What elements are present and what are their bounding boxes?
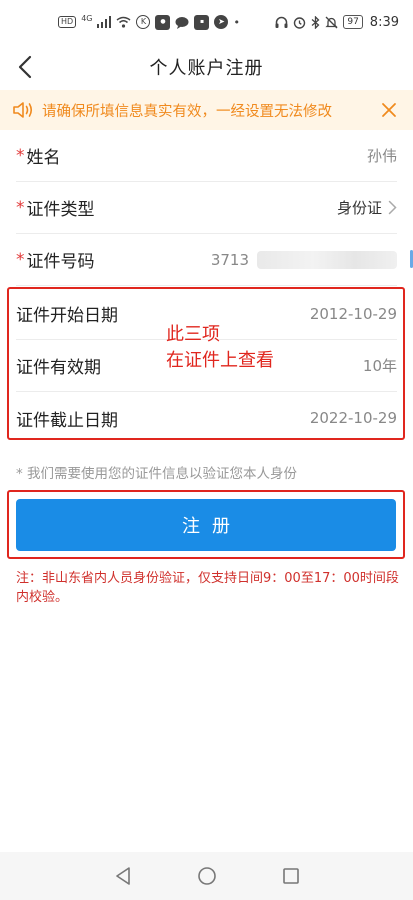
required-mark: * (16, 145, 25, 166)
id-number-value[interactable]: 3713 (210, 250, 397, 269)
system-home-button[interactable] (195, 864, 219, 888)
id-number-label-text: 证件号码 (26, 252, 95, 272)
id-type-label-text: 证件类型 (26, 200, 95, 220)
verification-hint: * 我们需要使用您的证件信息以验证您本人身份 (16, 466, 298, 482)
id-type-value: 身份证 (336, 199, 382, 217)
chat-bubble-icon (175, 16, 189, 29)
close-icon (382, 103, 396, 117)
required-mark: * (16, 249, 25, 270)
k-app-icon: K (136, 15, 151, 29)
notice-text: 请确保所填信息真实有效，一经设置无法修改 (42, 103, 332, 120)
circle-home-icon (197, 867, 216, 885)
end-date-label: 证件截止日期 (16, 410, 118, 431)
alarm-icon (293, 16, 306, 29)
validity-value[interactable]: 10年 (363, 355, 397, 376)
id-type-selector[interactable]: 身份证 (337, 197, 397, 218)
mute-bell-icon (325, 16, 338, 29)
end-date-row[interactable]: 证件截止日期 2022-10-29 (16, 392, 397, 444)
name-label: * 姓名 (16, 143, 61, 169)
verification-footnote: 注：非山东省内人员身份验证，仅支持日间9：00至17：00时间段内校验。 (16, 571, 399, 605)
validity-label: 证件有效期 (16, 358, 101, 378)
headset-icon (275, 16, 288, 29)
screen: HD 4G K ● ▪ ➤ • 97 8:39 个人账户注册 请确保所填信息真实… (0, 0, 413, 900)
id-number-text: 3713 (210, 250, 249, 269)
system-back-button[interactable] (111, 864, 135, 888)
more-dot-icon: • (233, 15, 240, 29)
start-date-value[interactable]: 2012-10-29 (310, 305, 397, 323)
clock-time: 8:39 (369, 14, 399, 30)
annotation-text: 此三项 在证件上查看 (166, 322, 274, 374)
start-date-label: 证件开始日期 (16, 306, 118, 326)
back-button[interactable] (10, 52, 40, 82)
nav-bar: 个人账户注册 (0, 44, 413, 90)
chevron-left-icon (18, 55, 32, 79)
id-type-label: * 证件类型 (16, 195, 95, 221)
battery-indicator: 97 (343, 15, 363, 29)
annotation-line-2: 在证件上查看 (166, 350, 274, 371)
network-type-label: 4G (81, 14, 93, 23)
system-recents-button[interactable] (279, 864, 303, 888)
navigation-app-icon: ➤ (214, 15, 229, 29)
notice-bar: 请确保所填信息真实有效，一经设置无法修改 (0, 90, 413, 130)
status-left: HD 4G K ● ▪ ➤ • (58, 14, 240, 30)
redacted-blur (257, 250, 397, 269)
bluetooth-icon (311, 15, 320, 29)
speaker-icon (12, 100, 36, 120)
hd-icon: HD (58, 16, 77, 28)
name-value[interactable]: 孙伟 (367, 145, 397, 166)
register-button[interactable]: 注册 (16, 499, 396, 551)
status-right: 97 8:39 (275, 15, 399, 30)
system-nav-bar (0, 852, 413, 900)
annotation-line-1: 此三项 (166, 324, 220, 345)
end-date-value[interactable]: 2022-10-29 (310, 409, 397, 427)
name-row[interactable]: * 姓名 孙伟 (16, 130, 397, 182)
square-recents-icon (282, 868, 299, 884)
id-number-label: * 证件号码 (16, 247, 95, 273)
id-type-row[interactable]: * 证件类型 身份证 (16, 182, 397, 234)
id-number-row[interactable]: * 证件号码 3713 (16, 234, 413, 286)
triangle-back-icon (115, 867, 130, 885)
name-label-text: 姓名 (26, 148, 61, 168)
status-bar: HD 4G K ● ▪ ➤ • 97 8:39 (0, 0, 413, 44)
signal-icon (97, 16, 112, 28)
close-notice-button[interactable] (377, 98, 401, 122)
app-notification-icon: ● (155, 14, 171, 30)
chevron-right-icon (388, 200, 397, 215)
required-mark: * (16, 197, 25, 218)
page-title: 个人账户注册 (149, 58, 264, 79)
boss-app-icon: ▪ (194, 14, 210, 30)
wifi-icon (116, 16, 131, 28)
